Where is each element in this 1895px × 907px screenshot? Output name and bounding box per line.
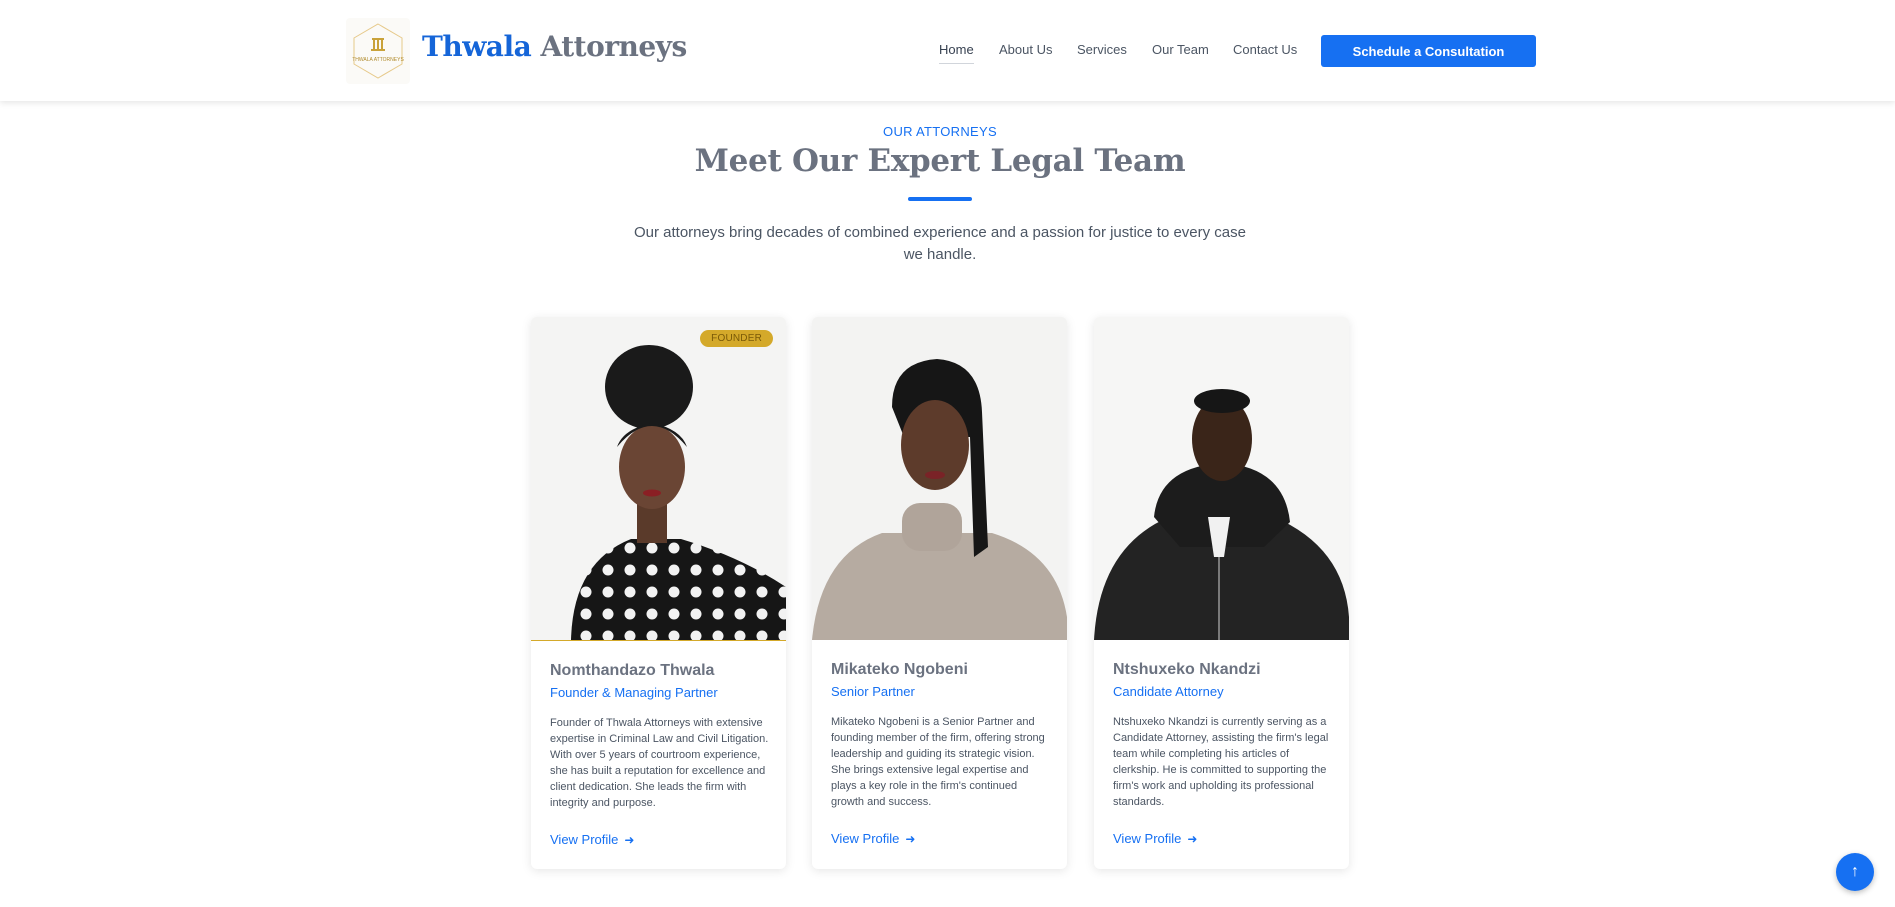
- attorney-name: Mikateko Ngobeni: [831, 661, 968, 678]
- scales-logo-icon: THWALA ATTORNEYS: [352, 23, 404, 79]
- attorney-role: Candidate Attorney: [1113, 684, 1224, 699]
- brand-first: Thwala: [422, 30, 532, 63]
- nav-contact-us[interactable]: Contact Us: [1233, 42, 1297, 57]
- view-profile-link[interactable]: View Profile ➜: [831, 831, 915, 846]
- nav-services[interactable]: Services: [1077, 42, 1127, 57]
- logo[interactable]: THWALA ATTORNEYS: [346, 18, 410, 84]
- attorney-photo: [812, 317, 1067, 640]
- schedule-consultation-button[interactable]: Schedule a Consultation: [1321, 35, 1536, 67]
- attorney-name: Ntshuxeko Nkandzi: [1113, 661, 1261, 678]
- view-profile-label: View Profile: [831, 831, 900, 846]
- view-profile-label: View Profile: [1113, 831, 1182, 846]
- section-title: Meet Our Expert Legal Team: [694, 143, 1186, 179]
- arrow-up-icon: ↑: [1851, 863, 1859, 880]
- attorney-photo: [1094, 317, 1349, 640]
- attorney-bio: Founder of Thwala Attorneys with extensi…: [550, 717, 769, 809]
- team-card-mikateko: Mikateko Ngobeni Senior Partner Mikateko…: [812, 317, 1067, 869]
- team-card-nomthandazo: FOUNDER Nomthandazo Thwala Founder & Man…: [531, 317, 786, 869]
- attorney-bio: Ntshuxeko Nkandzi is currently serving a…: [1113, 716, 1329, 808]
- title-divider: [908, 197, 972, 201]
- arrow-right-icon: ➜: [1187, 832, 1198, 846]
- view-profile-label: View Profile: [550, 832, 619, 847]
- arrow-right-icon: ➜: [624, 833, 635, 847]
- nav-our-team[interactable]: Our Team: [1152, 42, 1209, 57]
- section-subtitle: Our attorneys bring decades of combined …: [633, 224, 1246, 263]
- arrow-right-icon: ➜: [905, 832, 916, 846]
- view-profile-link[interactable]: View Profile ➜: [1113, 831, 1197, 846]
- brand-second: Attorneys: [540, 30, 687, 63]
- view-profile-link[interactable]: View Profile ➜: [550, 832, 634, 847]
- scroll-top-button[interactable]: ↑: [1836, 853, 1874, 891]
- attorney-name: Nomthandazo Thwala: [550, 662, 715, 679]
- attorney-role: Founder & Managing Partner: [550, 685, 718, 700]
- team-card-ntshuxeko: Ntshuxeko Nkandzi Candidate Attorney Nts…: [1094, 317, 1349, 869]
- site-header: THWALA ATTORNEYS Thwala Attorneys Home A…: [0, 0, 1895, 101]
- attorney-photo: [531, 317, 786, 641]
- brand-name[interactable]: Thwala Attorneys: [422, 30, 687, 63]
- founder-badge: FOUNDER: [700, 330, 773, 347]
- attorney-bio: Mikateko Ngobeni is a Senior Partner and…: [831, 716, 1045, 808]
- section-eyebrow: OUR ATTORNEYS: [883, 124, 997, 139]
- nav-home[interactable]: Home: [939, 42, 974, 64]
- svg-text:THWALA ATTORNEYS: THWALA ATTORNEYS: [352, 57, 404, 63]
- attorney-role: Senior Partner: [831, 684, 915, 699]
- nav-about-us[interactable]: About Us: [999, 42, 1052, 57]
